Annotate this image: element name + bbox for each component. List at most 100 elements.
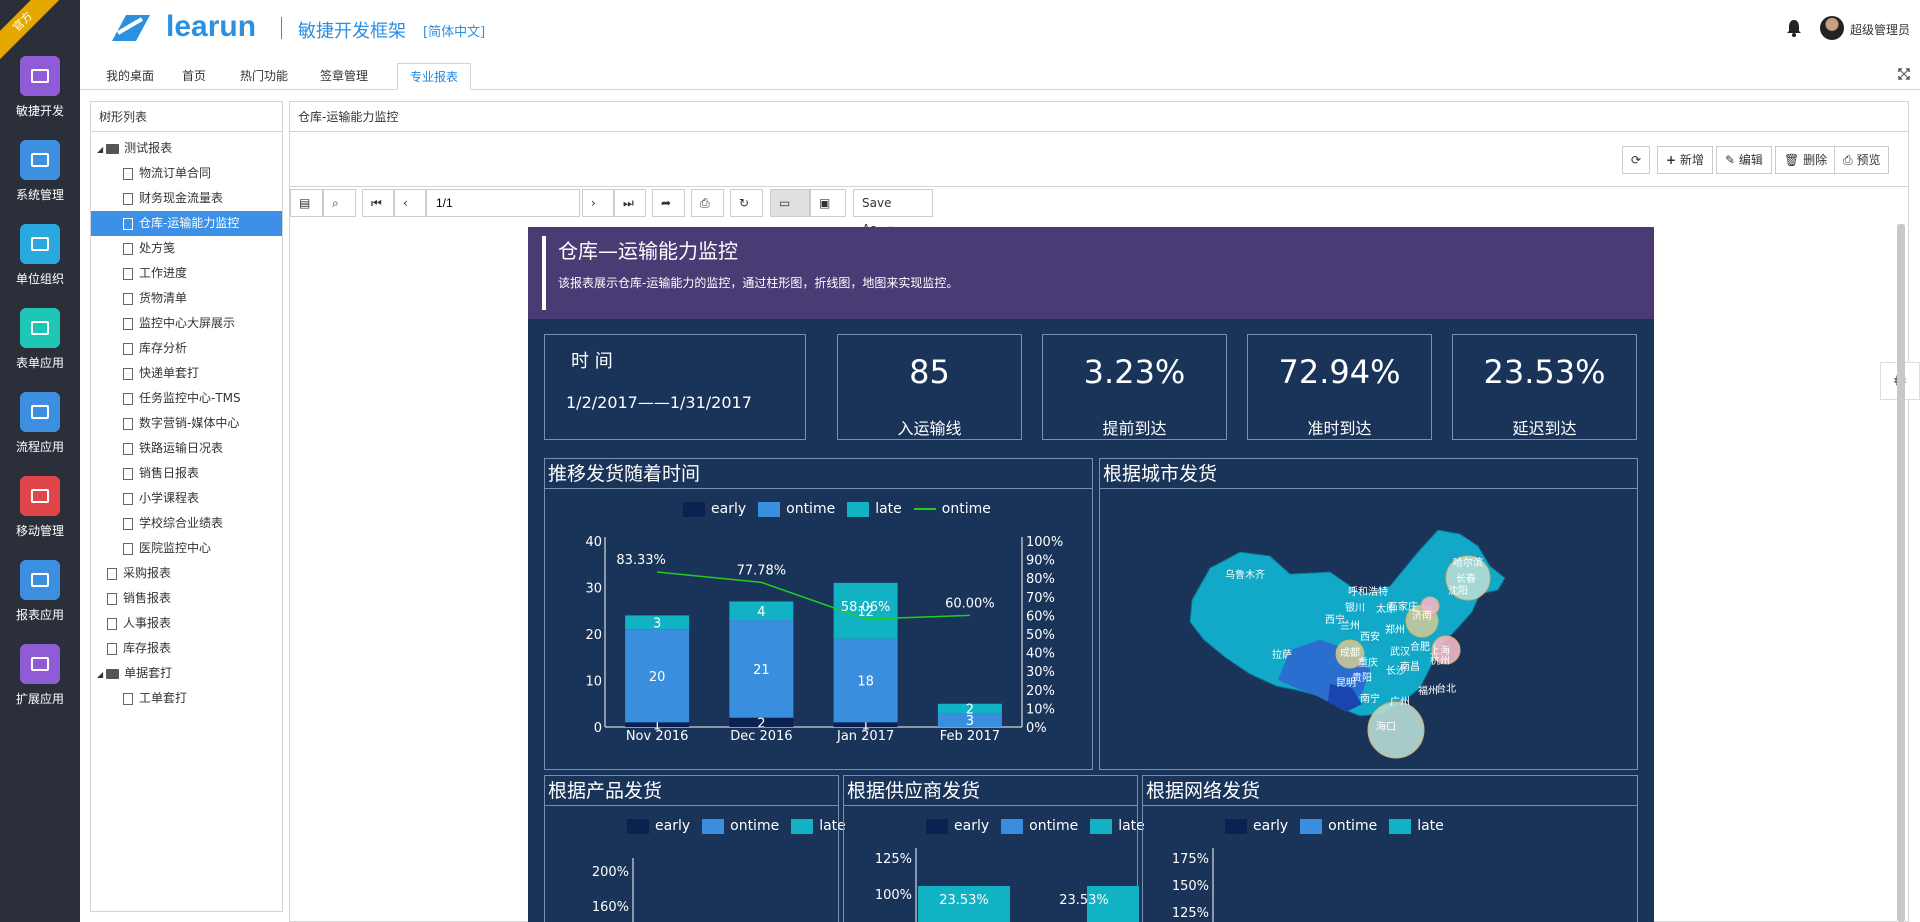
expand-toggle-icon[interactable]: ◢ bbox=[97, 145, 103, 154]
kpi-value: 23.53% bbox=[1483, 353, 1606, 391]
tree-node[interactable]: 工作进度 bbox=[91, 261, 282, 286]
y-tick-label: 0 bbox=[594, 721, 602, 736]
tree-node[interactable]: 小学课程表 bbox=[91, 486, 282, 511]
city-label: 长春 bbox=[1456, 573, 1476, 585]
tree-node-label: 医院监控中心 bbox=[139, 541, 212, 555]
app-monitor[interactable]: 系统管理 bbox=[0, 140, 80, 203]
share-icon bbox=[20, 392, 60, 432]
kpi-ontime: 72.94% 准时到达 bbox=[1247, 334, 1432, 440]
bar-value-label: 3 bbox=[653, 616, 661, 631]
bar-value-label: 21 bbox=[753, 663, 770, 678]
next-page-button[interactable]: › bbox=[582, 189, 614, 217]
app-area-chart[interactable]: 报表应用 bbox=[0, 560, 80, 623]
tree-node[interactable]: 库存分析 bbox=[91, 336, 282, 361]
tree-node[interactable]: 处方笺 bbox=[91, 236, 282, 261]
tab-seal[interactable]: 签章管理 bbox=[308, 63, 380, 90]
tree-node[interactable]: 销售报表 bbox=[91, 586, 282, 611]
tree-node[interactable]: 销售日报表 bbox=[91, 461, 282, 486]
y-tick-label: 30 bbox=[585, 582, 602, 597]
y-tick-label: 175% bbox=[1172, 852, 1209, 867]
tree-node[interactable]: 铁路运输日况表 bbox=[91, 436, 282, 461]
file-icon bbox=[107, 567, 117, 580]
page-number-input[interactable] bbox=[426, 189, 580, 217]
tree-node[interactable]: 医院监控中心 bbox=[91, 536, 282, 561]
refresh-report-button[interactable]: ↻ bbox=[730, 189, 763, 217]
tree-node[interactable]: 货物清单 bbox=[91, 286, 282, 311]
whole-page-button[interactable]: ▣ bbox=[810, 189, 846, 217]
scrollbar-thumb[interactable] bbox=[1897, 224, 1905, 922]
edit-icon: ✎ bbox=[1725, 153, 1736, 167]
single-page-button[interactable]: ▭ bbox=[770, 189, 810, 217]
scrollbar-track[interactable] bbox=[1897, 224, 1905, 922]
delete-button[interactable]: 🗑 删除 bbox=[1775, 146, 1837, 174]
tree-node-label: 销售报表 bbox=[123, 591, 172, 605]
file-icon bbox=[123, 467, 133, 480]
panel-title: 根据城市发货 bbox=[1100, 459, 1637, 489]
fullscreen-icon[interactable] bbox=[1898, 68, 1910, 83]
save-as-dropdown[interactable]: Save As...▾ bbox=[853, 189, 933, 236]
app-label: 扩展应用 bbox=[15, 692, 64, 706]
user-name[interactable]: 超级管理员 bbox=[1850, 21, 1910, 38]
logo-text[interactable]: learun bbox=[166, 10, 256, 44]
divider bbox=[290, 186, 1908, 187]
tree-node[interactable]: 监控中心大屏展示 bbox=[91, 311, 282, 336]
app-paper-plane[interactable]: 敏捷开发 bbox=[0, 56, 80, 119]
app-globe[interactable]: 扩展应用 bbox=[0, 644, 80, 707]
bell-icon[interactable] bbox=[1786, 19, 1802, 40]
x-tick-label: Nov 2016 bbox=[626, 729, 689, 744]
edit-button[interactable]: ✎ 编辑 bbox=[1716, 146, 1772, 174]
tree-node[interactable]: ◢ 测试报表 bbox=[91, 136, 282, 161]
tree-node[interactable]: 快递单套打 bbox=[91, 361, 282, 386]
last-page-button[interactable]: ⏭ bbox=[614, 189, 646, 217]
print-button[interactable]: ⎙ bbox=[691, 189, 724, 217]
tree-node[interactable]: 采购报表 bbox=[91, 561, 282, 586]
list-icon: ▤ bbox=[299, 196, 311, 210]
tab-hot[interactable]: 热门功能 bbox=[228, 63, 300, 90]
tree-node[interactable]: 物流订单合同 bbox=[91, 161, 282, 186]
bar-value-label: 4 bbox=[757, 605, 765, 620]
search-button[interactable]: ⌕ bbox=[323, 189, 356, 217]
preview-button[interactable]: ⎙ 预览 bbox=[1834, 146, 1890, 174]
refresh-button[interactable]: ⟳ bbox=[1622, 146, 1650, 174]
tree-node[interactable]: 学校综合业绩表 bbox=[91, 511, 282, 536]
tree-node[interactable]: ◢ 单据套打 bbox=[91, 661, 282, 686]
toc-button[interactable]: ▤ bbox=[290, 189, 323, 217]
expand-toggle-icon[interactable]: ◢ bbox=[97, 670, 103, 679]
tab-home[interactable]: 首页 bbox=[170, 63, 218, 90]
app-android[interactable]: 移动管理 bbox=[0, 476, 80, 539]
tree-node[interactable]: 工单套打 bbox=[91, 686, 282, 711]
city-label: 合肥 bbox=[1410, 640, 1430, 653]
tree-node-label: 库存分析 bbox=[139, 341, 188, 355]
trend-chart: 0 10 20 30 40 0% 10% 20% 30% 40% 50% 60% 70% 80% 90% 10… bbox=[585, 535, 1063, 744]
app-table[interactable]: 表单应用 bbox=[0, 308, 80, 371]
app-label: 表单应用 bbox=[15, 356, 64, 370]
avatar[interactable] bbox=[1820, 16, 1844, 40]
y-tick-label: 125% bbox=[875, 852, 912, 867]
prev-page-button[interactable]: ‹ bbox=[394, 189, 426, 217]
supplier-chart: 125% 100% 23.53% 23.53% bbox=[875, 848, 1139, 922]
tree-node[interactable]: 人事报表 bbox=[91, 611, 282, 636]
tab-reports[interactable]: 专业报表 bbox=[397, 63, 472, 90]
tree-node[interactable]: 库存报表 bbox=[91, 636, 282, 661]
file-icon bbox=[123, 692, 133, 705]
bar-value-label: 2 bbox=[966, 702, 974, 717]
tree-node[interactable]: 任务监控中心-TMS bbox=[91, 386, 282, 411]
y2-tick-label: 20% bbox=[1026, 684, 1055, 699]
first-page-button[interactable]: ⏮ bbox=[362, 189, 394, 217]
city-label: 台北 bbox=[1436, 682, 1456, 695]
tab-desktop[interactable]: 我的桌面 bbox=[94, 63, 166, 90]
product-chart: 200% 160% bbox=[592, 858, 634, 922]
add-button[interactable]: + 新增 bbox=[1657, 146, 1713, 174]
language-switch[interactable]: [简体中文] bbox=[423, 21, 485, 40]
app-share[interactable]: 流程应用 bbox=[0, 392, 80, 455]
kpi-label: 准时到达 bbox=[1307, 419, 1372, 438]
tree-node[interactable]: 数字营销-媒体中心 bbox=[91, 411, 282, 436]
x-tick-label: Jan 2017 bbox=[836, 729, 894, 744]
file-icon bbox=[123, 417, 133, 430]
tree-node[interactable]: 仓库-运输能力监控 bbox=[91, 211, 282, 236]
app-coffee[interactable]: 单位组织 bbox=[0, 224, 80, 287]
chevron-left-icon: ‹ bbox=[403, 196, 408, 210]
tree-node-label: 财务现金流量表 bbox=[139, 191, 224, 205]
export-button[interactable]: ➦ bbox=[652, 189, 685, 217]
tree-node[interactable]: 财务现金流量表 bbox=[91, 186, 282, 211]
